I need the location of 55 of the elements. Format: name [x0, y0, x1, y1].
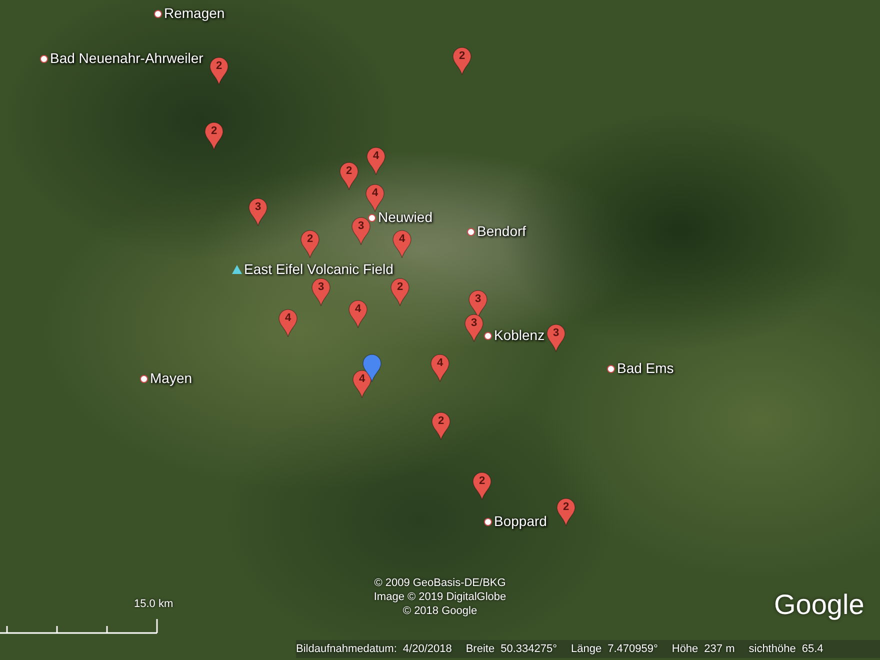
- town-marker-icon: [607, 364, 615, 372]
- town-marker-icon: [368, 214, 376, 222]
- town-marker-icon: [484, 332, 492, 340]
- map-pin[interactable]: 4: [366, 147, 386, 175]
- place-label: East Eifel Volcanic Field: [244, 261, 394, 278]
- map-pin[interactable]: 3: [468, 290, 488, 318]
- status-value: 50.334275°: [500, 643, 557, 655]
- map-pin[interactable]: 3: [248, 198, 268, 226]
- map-pin[interactable]: 2: [390, 278, 410, 306]
- attribution-text: Image © 2019 DigitalGlobe: [374, 590, 506, 604]
- place-label: Remagen: [164, 5, 225, 22]
- town-marker-icon: [154, 10, 162, 18]
- town-marker-icon: [140, 374, 148, 382]
- map-pin[interactable]: 4: [392, 230, 412, 258]
- town-marker-icon: [467, 228, 475, 236]
- town-marker-icon: [484, 518, 492, 526]
- scale-label: 15.0 km: [134, 598, 174, 610]
- map-pin[interactable]: 2: [556, 498, 576, 526]
- logo-text: Google: [774, 588, 864, 622]
- status-label: Länge: [571, 643, 602, 655]
- status-label: Höhe: [672, 643, 698, 655]
- map-pin[interactable]: 2: [339, 162, 359, 190]
- map-pin[interactable]: 4: [348, 300, 368, 328]
- map-pin[interactable]: 3: [311, 278, 331, 306]
- satellite-map-image[interactable]: [0, 0, 880, 660]
- map-pin[interactable]: 2: [300, 230, 320, 258]
- map-pin[interactable]: 2: [452, 47, 472, 75]
- status-value: 4/20/2018: [402, 643, 452, 655]
- triangle-icon: [232, 265, 242, 274]
- status-label: Breite: [466, 643, 495, 655]
- status-value: 237 m: [704, 643, 735, 655]
- map-pin[interactable]: 3: [464, 314, 484, 342]
- status-value: 65.4: [802, 643, 824, 655]
- place-label: Bad Ems: [617, 360, 674, 377]
- place-label: Neuwied: [378, 209, 432, 226]
- place-label: Bad Neuenahr-Ahrweiler: [50, 50, 204, 67]
- map-pin[interactable]: 3: [351, 217, 371, 245]
- attribution-text: © 2009 GeoBasis-DE/BKG: [374, 576, 506, 590]
- place-label: Boppard: [494, 513, 547, 530]
- status-value: 7.470959°: [608, 643, 658, 655]
- map-pin[interactable]: 2: [472, 472, 492, 500]
- map-pin[interactable]: 4: [278, 309, 298, 337]
- status-label: Bildaufnahmedatum:: [296, 643, 397, 655]
- map-pin[interactable]: 4: [430, 354, 450, 382]
- map-pin[interactable]: 2: [209, 57, 229, 85]
- map-pin[interactable]: 3: [546, 324, 566, 352]
- place-label: Bendorf: [477, 223, 526, 240]
- map-pin[interactable]: 4: [365, 184, 385, 212]
- place-label: Mayen: [150, 370, 192, 387]
- map-pin[interactable]: 2: [204, 122, 224, 150]
- map-pin[interactable]: 2: [431, 412, 451, 440]
- town-marker-icon: [40, 54, 48, 62]
- attribution-text: © 2018 Google: [402, 604, 478, 618]
- place-label: Koblenz: [494, 327, 545, 344]
- status-label: sichthöhe: [748, 643, 796, 655]
